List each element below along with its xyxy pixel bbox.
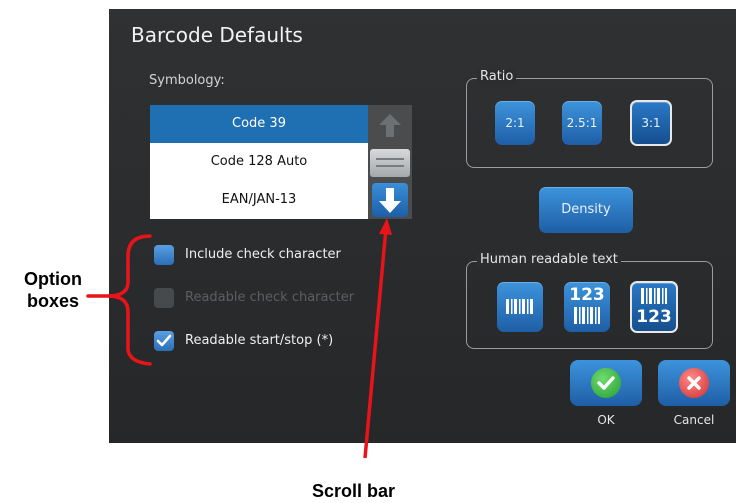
scroll-bar-annotation: Scroll bar	[312, 481, 396, 501]
scroll-bar-arrowhead	[379, 218, 392, 235]
scroll-bar-arrow-line	[363, 227, 388, 459]
option-boxes-bracket	[107, 234, 152, 366]
annotation-overlay	[86, 218, 392, 459]
